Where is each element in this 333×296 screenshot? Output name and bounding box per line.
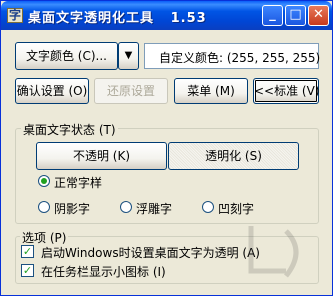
engrave-style-radio[interactable] [202,201,214,213]
normal-style-radio[interactable] [38,175,50,187]
maximize-icon[interactable]: □ [285,5,306,26]
shadow-style-label: 阴影字 [54,202,91,216]
custom-color-display: 自定义颜色: (255, 255, 255) [144,43,321,69]
window-title: 桌面文字透明化工具 1.53 [28,7,207,26]
title-bar[interactable]: 字 桌面文字透明化工具 1.53 _ □ ✕ [1,1,332,30]
startup-transparent-label: 启动Windows时设置桌面文字为透明 (A) [41,246,260,260]
app-window: 字 桌面文字透明化工具 1.53 _ □ ✕ 文字颜色 (C)... ▼ 自定义… [0,0,333,296]
normal-style-label: 正常字样 [54,176,103,190]
tray-icon-label: 在任务栏显示小图标 (I) [41,265,166,279]
transparent-button[interactable]: 透明化 (S) [168,142,299,170]
emboss-style-radio[interactable] [120,201,132,213]
title-name: 桌面文字透明化工具 [28,11,155,26]
dropdown-arrow-icon[interactable]: ▼ [118,42,139,70]
desktop-text-state-label: 桌面文字状态 (T) [21,121,118,138]
title-version: 1.53 [170,11,207,26]
opaque-button[interactable]: 不透明 (K) [36,142,167,170]
shadow-style-radio[interactable] [38,201,50,213]
check-icon[interactable]: ✓ [21,245,34,258]
custom-color-text: 自定义颜色: (255, 255, 255) [159,51,321,65]
text-color-button[interactable]: 文字颜色 (C)... [15,42,118,70]
confirm-settings-button[interactable]: 确认设置 (O) [15,78,89,104]
engrave-style-label: 凹刻字 [218,202,255,216]
app-icon: 字 [7,8,23,23]
check-icon[interactable]: ✓ [21,264,34,277]
menu-button[interactable]: 菜单 (M) [174,78,248,104]
watermark-logo-icon [248,226,299,278]
restore-settings-button[interactable]: 还原设置 [94,78,168,104]
minimize-icon[interactable]: _ [262,5,283,26]
close-icon[interactable]: ✕ [308,5,329,26]
standard-view-button[interactable]: <<标准 (V) [253,78,320,104]
emboss-style-label: 浮雕字 [136,202,173,216]
